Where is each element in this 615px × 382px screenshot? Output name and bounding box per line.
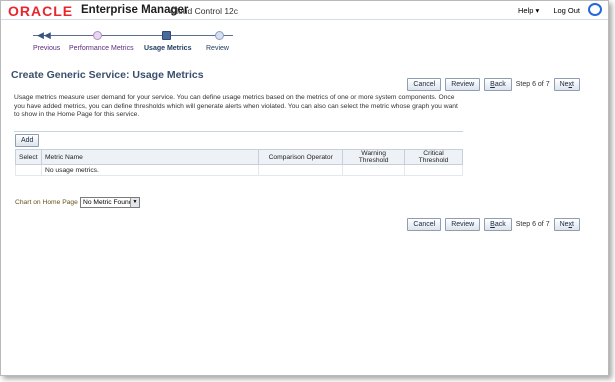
- table-row: No usage metrics.: [15, 164, 463, 176]
- divider: [14, 131, 463, 132]
- col-select: Select: [15, 149, 42, 165]
- back-button[interactable]: Back: [484, 218, 512, 231]
- page-description: Usage metrics measure user demand for yo…: [14, 94, 458, 119]
- train-performance-label[interactable]: Performance Metrics: [69, 45, 134, 52]
- chart-home-selected: No Metric Found: [83, 199, 133, 206]
- next-button[interactable]: Next: [553, 78, 580, 91]
- review-button[interactable]: Review: [445, 78, 481, 91]
- train-review-label[interactable]: Review: [206, 45, 229, 52]
- step-train: ◀◀ Previous Performance Metrics Usage Me…: [23, 27, 243, 57]
- train-usage-label: Usage Metrics: [144, 45, 192, 52]
- chevron-down-icon[interactable]: ▼: [130, 198, 139, 207]
- col-warning-threshold: Warning Threshold: [342, 149, 406, 165]
- cancel-button[interactable]: Cancel: [407, 78, 442, 91]
- train-stop-performance[interactable]: [93, 31, 102, 40]
- empty-message: No usage metrics.: [40, 164, 260, 176]
- previous-arrow-icon[interactable]: ◀◀: [37, 30, 51, 41]
- add-metric-button[interactable]: Add: [15, 134, 40, 147]
- main-window: ORACLE Enterprise Manager Cloud Control …: [0, 0, 609, 376]
- back-button[interactable]: Back: [484, 78, 512, 91]
- product-edition: Cloud Control 12c: [170, 6, 239, 16]
- empty-cell: [342, 164, 406, 176]
- train-stop-usage: [162, 31, 171, 40]
- train-stop-review[interactable]: [215, 31, 224, 40]
- next-button[interactable]: Next: [553, 218, 580, 231]
- chart-home-select[interactable]: No Metric Found ▼: [80, 197, 140, 208]
- help-menu[interactable]: Help ▾: [518, 6, 539, 15]
- train-previous-label[interactable]: Previous: [33, 45, 60, 52]
- col-metric-name: Metric Name: [40, 149, 260, 165]
- bottom-button-row: Cancel Review Back Step 6 of 7 Next: [407, 218, 580, 231]
- table-header-row: Select Metric Name Comparison Operator W…: [15, 149, 463, 165]
- top-button-row: Cancel Review Back Step 6 of 7 Next: [407, 78, 580, 91]
- review-button[interactable]: Review: [445, 218, 481, 231]
- logout-link[interactable]: Log Out: [553, 6, 580, 15]
- empty-select-cell: [15, 164, 42, 176]
- cancel-button[interactable]: Cancel: [407, 218, 442, 231]
- step-indicator: Step 6 of 7: [515, 81, 550, 88]
- col-critical-threshold: Critical Threshold: [404, 149, 463, 165]
- usage-metrics-table: Select Metric Name Comparison Operator W…: [15, 149, 463, 176]
- empty-cell: [404, 164, 463, 176]
- col-comparison-operator: Comparison Operator: [258, 149, 344, 165]
- header-links: Help ▾ Log Out: [506, 6, 580, 15]
- status-ring-icon: [588, 3, 602, 16]
- chart-home-label: Chart on Home Page: [15, 199, 78, 206]
- empty-cell: [258, 164, 344, 176]
- train-line: [33, 35, 233, 36]
- global-header: ORACLE Enterprise Manager Cloud Control …: [1, 1, 608, 20]
- page-title: Create Generic Service: Usage Metrics: [11, 69, 204, 81]
- oracle-logo: ORACLE: [8, 3, 74, 19]
- step-indicator: Step 6 of 7: [515, 221, 550, 228]
